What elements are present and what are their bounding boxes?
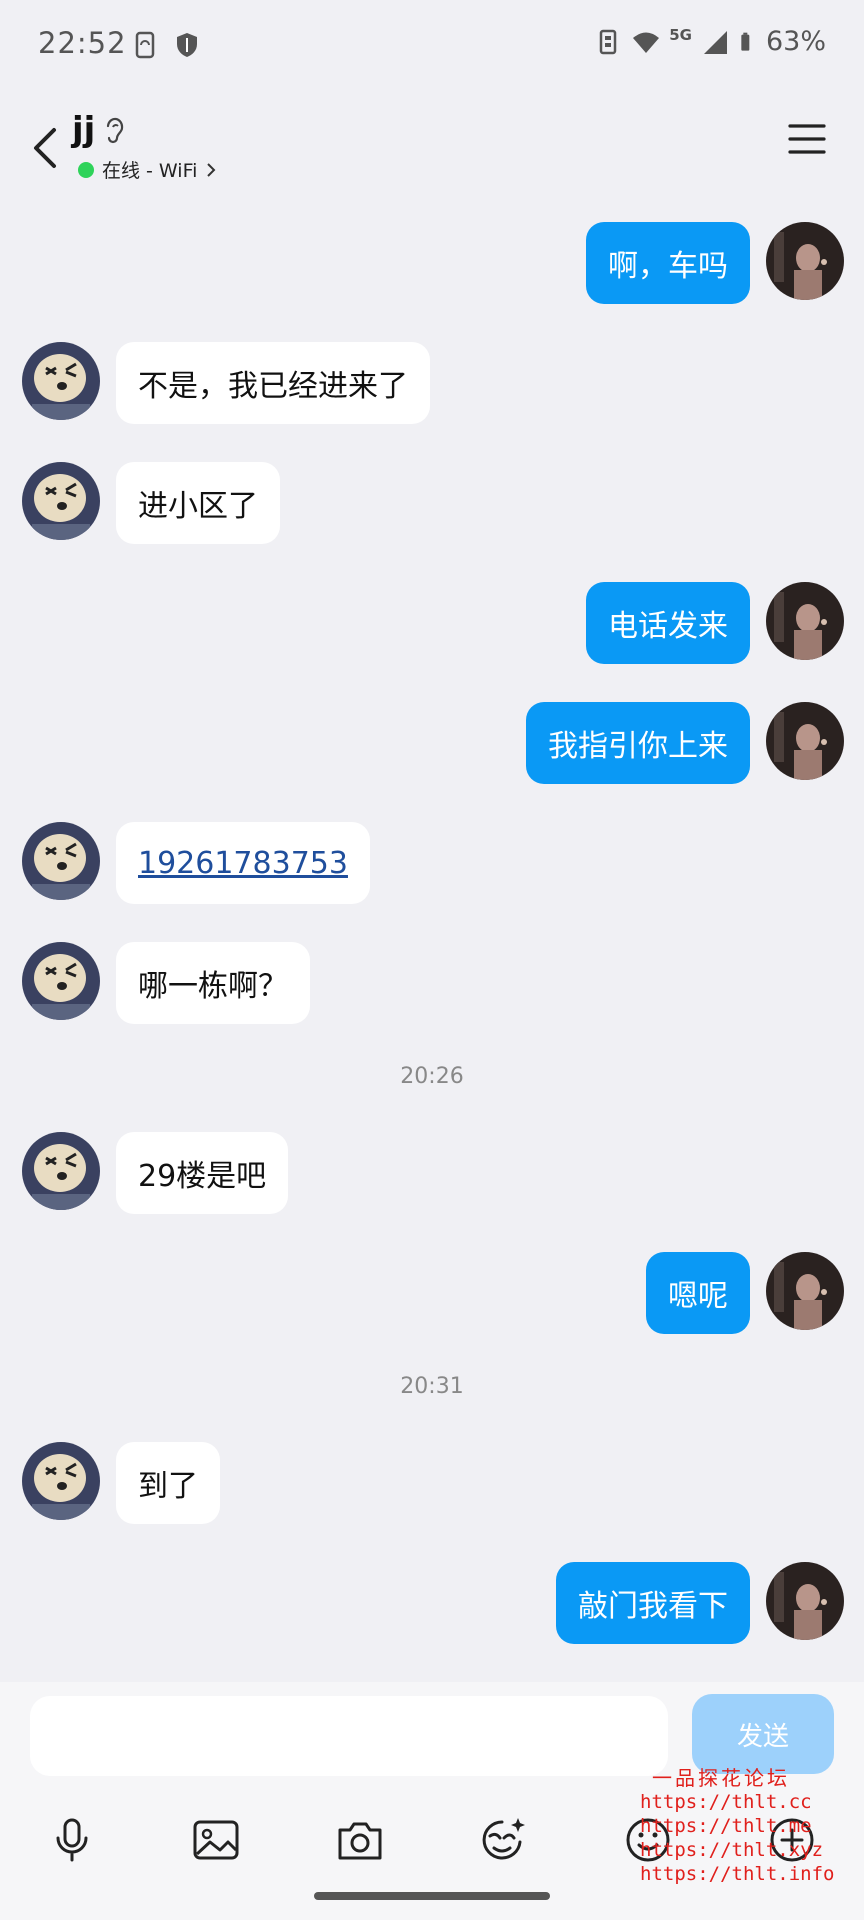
message-bubble[interactable]: 电话发来	[586, 582, 750, 664]
contact-avatar-image	[22, 822, 100, 900]
timestamp: 20:26	[400, 1064, 464, 1089]
contact-avatar[interactable]	[22, 822, 100, 900]
shield-icon	[177, 33, 197, 57]
send-button[interactable]: 发送	[692, 1694, 834, 1774]
message-incoming: 19261783753	[22, 822, 370, 904]
sticker-icon[interactable]	[476, 1814, 528, 1866]
message-input[interactable]	[30, 1696, 668, 1776]
contact-avatar-image	[22, 1132, 100, 1210]
self-avatar-image	[766, 1252, 844, 1330]
self-avatar[interactable]	[766, 582, 844, 660]
contact-avatar[interactable]	[22, 1442, 100, 1520]
contact-avatar[interactable]	[22, 1132, 100, 1210]
contact-avatar[interactable]	[22, 342, 100, 420]
message-bubble: 19261783753	[116, 822, 370, 904]
back-button[interactable]	[24, 118, 64, 178]
message-incoming: 哪一栋啊？	[22, 942, 310, 1024]
message-bubble[interactable]: 我指引你上来	[526, 702, 750, 784]
camera-icon[interactable]	[334, 1814, 386, 1866]
message-incoming: 29楼是吧	[22, 1132, 289, 1214]
message-outgoing: 电话发来	[586, 582, 844, 664]
ear-icon	[106, 117, 124, 144]
home-indicator[interactable]	[314, 1892, 550, 1900]
menu-button[interactable]	[788, 122, 826, 156]
contact-avatar-image	[22, 462, 100, 540]
self-avatar[interactable]	[766, 1252, 844, 1330]
self-avatar-image	[766, 1562, 844, 1640]
watermark-line: https://thlt.xyz	[640, 1839, 824, 1861]
self-avatar[interactable]	[766, 1562, 844, 1640]
online-status: 在线 - WiFi	[102, 160, 198, 182]
self-avatar[interactable]	[766, 222, 844, 300]
contact-avatar-image	[22, 342, 100, 420]
message-bubble[interactable]: 敲门我看下	[556, 1562, 750, 1644]
battery-percent: 63%	[765, 26, 826, 57]
message-incoming: 不是，我已经进来了	[22, 342, 430, 424]
message-bubble[interactable]: 嗯呢	[646, 1252, 750, 1334]
self-avatar-image	[766, 222, 844, 300]
message-incoming: 到了	[22, 1442, 220, 1524]
phone-number-link[interactable]: 19261783753	[138, 846, 348, 881]
self-avatar[interactable]	[766, 702, 844, 780]
contact-avatar-image	[22, 1442, 100, 1520]
contact-name[interactable]: jj	[72, 110, 95, 150]
message-bubble[interactable]: 29楼是吧	[116, 1132, 289, 1214]
chat-header: jj 在线 - WiFi	[0, 92, 864, 204]
message-outgoing: 我指引你上来	[526, 702, 844, 784]
message-bubble[interactable]: 到了	[116, 1442, 220, 1524]
watermark-line: https://thlt.me	[640, 1815, 812, 1837]
self-avatar-image	[766, 702, 844, 780]
message-incoming: 进小区了	[22, 462, 280, 544]
contact-avatar[interactable]	[22, 462, 100, 540]
message-bubble[interactable]: 哪一栋啊？	[116, 942, 310, 1024]
wifi-icon	[633, 32, 660, 53]
message-bubble[interactable]: 啊，车吗	[586, 222, 750, 304]
microphone-icon[interactable]	[46, 1814, 98, 1866]
watermark-line: https://thlt.info	[640, 1863, 835, 1885]
message-bubble[interactable]: 不是，我已经进来了	[116, 342, 430, 424]
watermark: 一品探花论坛 https://thlt.cc https://thlt.me h…	[640, 1766, 834, 1886]
contact-avatar[interactable]	[22, 942, 100, 1020]
watermark-title: 一品探花论坛	[652, 1766, 790, 1790]
chevron-right-icon	[207, 162, 216, 177]
battery-icon	[741, 32, 750, 51]
image-icon[interactable]	[190, 1814, 242, 1866]
contact-avatar-image	[22, 942, 100, 1020]
message-bubble[interactable]: 进小区了	[116, 462, 280, 544]
watermark-line: https://thlt.cc	[640, 1791, 812, 1813]
timestamp: 20:31	[400, 1374, 464, 1399]
self-avatar-image	[766, 582, 844, 660]
sync-icon	[135, 31, 155, 59]
message-outgoing: 啊，车吗	[586, 222, 844, 304]
network-type: 5G	[669, 25, 692, 44]
status-time: 22:52	[38, 26, 127, 60]
vibrate-icon	[599, 29, 617, 54]
message-outgoing: 敲门我看下	[556, 1562, 844, 1644]
online-status-row[interactable]: 在线 - WiFi	[78, 156, 217, 183]
message-outgoing: 嗯呢	[646, 1252, 844, 1334]
signal-icon	[703, 30, 727, 54]
status-bar: 22:52 5G 63%	[0, 0, 864, 92]
online-dot	[78, 161, 94, 178]
